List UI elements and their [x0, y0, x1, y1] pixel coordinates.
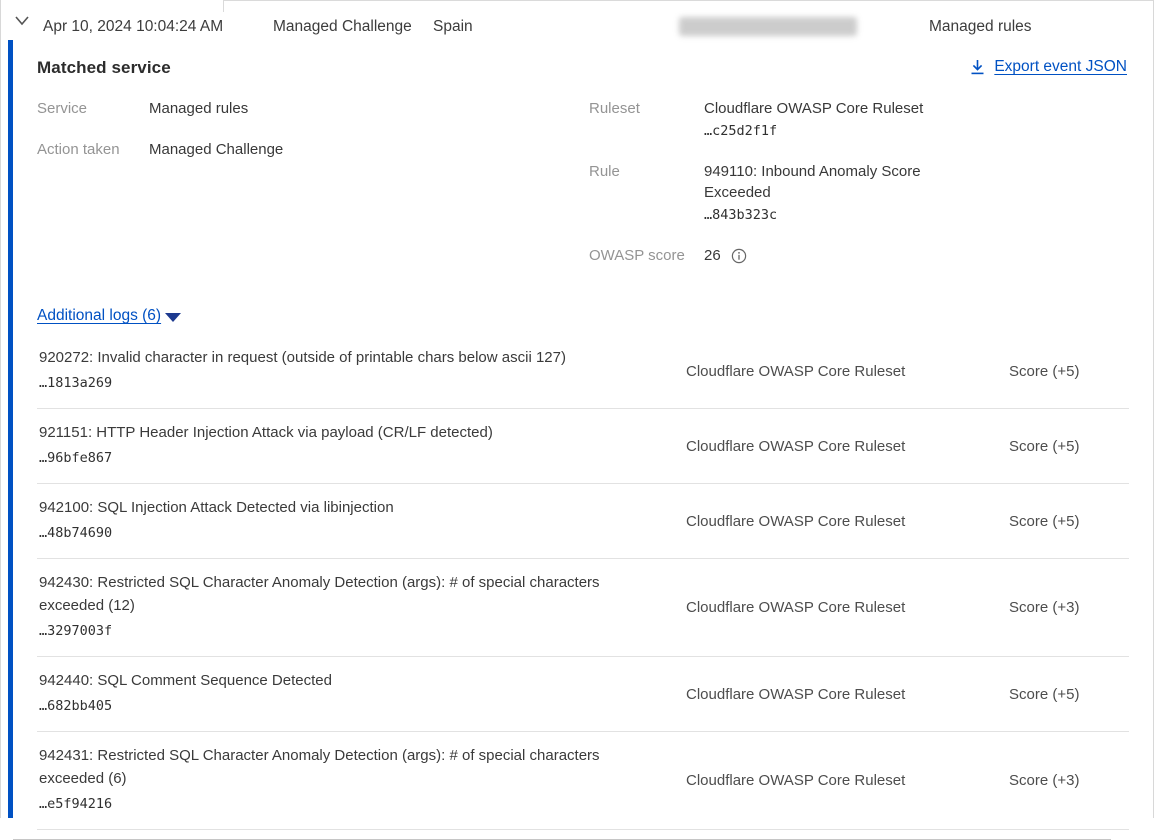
log-rule-id: …682bb405 [39, 694, 649, 719]
event-detail-panel: Matched service Export event JSON Servic… [1, 40, 1153, 840]
log-row: 942100: SQL Injection Attack Detected vi… [37, 484, 1129, 559]
ruleset-name: Cloudflare OWASP Core Ruleset [704, 100, 923, 117]
detail-value: Managed rules [149, 98, 248, 119]
log-rule-title: 921151: HTTP Header Injection Attack via… [39, 421, 649, 444]
additional-logs-table: 920272: Invalid character in request (ou… [37, 334, 1129, 830]
owasp-score-value: 26 [704, 245, 721, 266]
log-rule-id: …96bfe867 [39, 446, 649, 471]
log-rule-title: 942440: SQL Comment Sequence Detected [39, 669, 649, 692]
log-ruleset-cell: Cloudflare OWASP Core Ruleset [686, 686, 936, 703]
detail-label: Ruleset [589, 98, 704, 144]
detail-rule: Rule 949110: Inbound Anomaly Score Excee… [589, 161, 954, 228]
log-rule-id: …e5f94216 [39, 792, 649, 817]
log-row: 942440: SQL Comment Sequence Detected …6… [37, 657, 1129, 732]
log-row: 921151: HTTP Header Injection Attack via… [37, 409, 1129, 484]
log-ruleset-cell: Cloudflare OWASP Core Ruleset [686, 363, 936, 380]
event-service: Managed rules [929, 18, 1032, 36]
detail-label: Service [37, 98, 149, 119]
export-event-json-link[interactable]: Export event JSON [994, 58, 1127, 76]
log-rule-id: …48b74690 [39, 521, 649, 546]
rule-name: 949110: Inbound Anomaly Score Exceeded [704, 163, 921, 201]
log-rule-cell: 942431: Restricted SQL Character Anomaly… [39, 744, 649, 817]
log-row: 942430: Restricted SQL Character Anomaly… [37, 559, 1129, 657]
detail-label: Rule [589, 161, 704, 228]
log-rule-cell: 921151: HTTP Header Injection Attack via… [39, 421, 649, 471]
event-timestamp: Apr 10, 2024 10:04:24 AM [43, 18, 223, 36]
log-ruleset-cell: Cloudflare OWASP Core Ruleset [686, 772, 936, 789]
log-row: 942431: Restricted SQL Character Anomaly… [37, 732, 1129, 830]
log-score-cell: Score (+5) [1009, 438, 1079, 455]
event-action: Managed Challenge [273, 18, 412, 36]
log-row: 920272: Invalid character in request (ou… [37, 334, 1129, 409]
log-rule-cell: 942430: Restricted SQL Character Anomaly… [39, 571, 649, 644]
log-rule-cell: 920272: Invalid character in request (ou… [39, 346, 649, 396]
log-rule-cell: 942100: SQL Injection Attack Detected vi… [39, 496, 649, 546]
detail-service: Service Managed rules [37, 98, 589, 119]
export-event-json-button[interactable]: Export event JSON [970, 58, 1127, 76]
detail-value: 949110: Inbound Anomaly Score Exceeded …… [704, 161, 954, 228]
event-country: Spain [433, 18, 473, 36]
log-rule-cell: 942440: SQL Comment Sequence Detected …6… [39, 669, 649, 719]
rule-id: …843b323c [704, 203, 954, 228]
log-rule-title: 942100: SQL Injection Attack Detected vi… [39, 496, 649, 519]
detail-label: Action taken [37, 139, 149, 160]
log-ruleset-cell: Cloudflare OWASP Core Ruleset [686, 438, 936, 455]
matched-service-details: Service Managed rules Action taken Manag… [37, 98, 1129, 283]
detail-action-taken: Action taken Managed Challenge [37, 139, 589, 160]
log-rule-id: …1813a269 [39, 371, 649, 396]
log-ruleset-cell: Cloudflare OWASP Core Ruleset [686, 599, 936, 616]
detail-value: Cloudflare OWASP Core Ruleset …c25d2f1f [704, 98, 954, 144]
detail-owasp-score: OWASP score 26 [589, 245, 954, 266]
firewall-event-expanded-row: Apr 10, 2024 10:04:24 AM Managed Challen… [0, 0, 1154, 818]
log-ruleset-cell: Cloudflare OWASP Core Ruleset [686, 513, 936, 530]
event-row[interactable]: Apr 10, 2024 10:04:24 AM Managed Challen… [1, 0, 1153, 40]
detail-label: OWASP score [589, 245, 704, 266]
expanded-row-accent-bar [8, 40, 13, 818]
log-score-cell: Score (+5) [1009, 686, 1079, 703]
log-rule-title: 942431: Restricted SQL Character Anomaly… [39, 744, 649, 790]
redacted-host-value [679, 17, 857, 36]
detail-ruleset: Ruleset Cloudflare OWASP Core Ruleset …c… [589, 98, 954, 144]
caret-down-icon [165, 313, 181, 322]
download-icon [970, 59, 985, 75]
log-rule-id: …3297003f [39, 619, 649, 644]
log-rule-title: 942430: Restricted SQL Character Anomaly… [39, 571, 649, 617]
log-score-cell: Score (+3) [1009, 599, 1079, 616]
log-score-cell: Score (+5) [1009, 513, 1079, 530]
additional-logs-toggle[interactable]: Additional logs (6) [37, 307, 181, 325]
ruleset-id: …c25d2f1f [704, 119, 954, 144]
chevron-down-icon[interactable] [14, 13, 30, 27]
additional-logs-link[interactable]: Additional logs (6) [37, 307, 161, 325]
log-score-cell: Score (+5) [1009, 363, 1079, 380]
page-title: Matched service [37, 58, 171, 78]
log-score-cell: Score (+3) [1009, 772, 1079, 789]
log-rule-title: 920272: Invalid character in request (ou… [39, 346, 649, 369]
detail-value: Managed Challenge [149, 139, 283, 160]
info-icon[interactable] [731, 248, 747, 264]
